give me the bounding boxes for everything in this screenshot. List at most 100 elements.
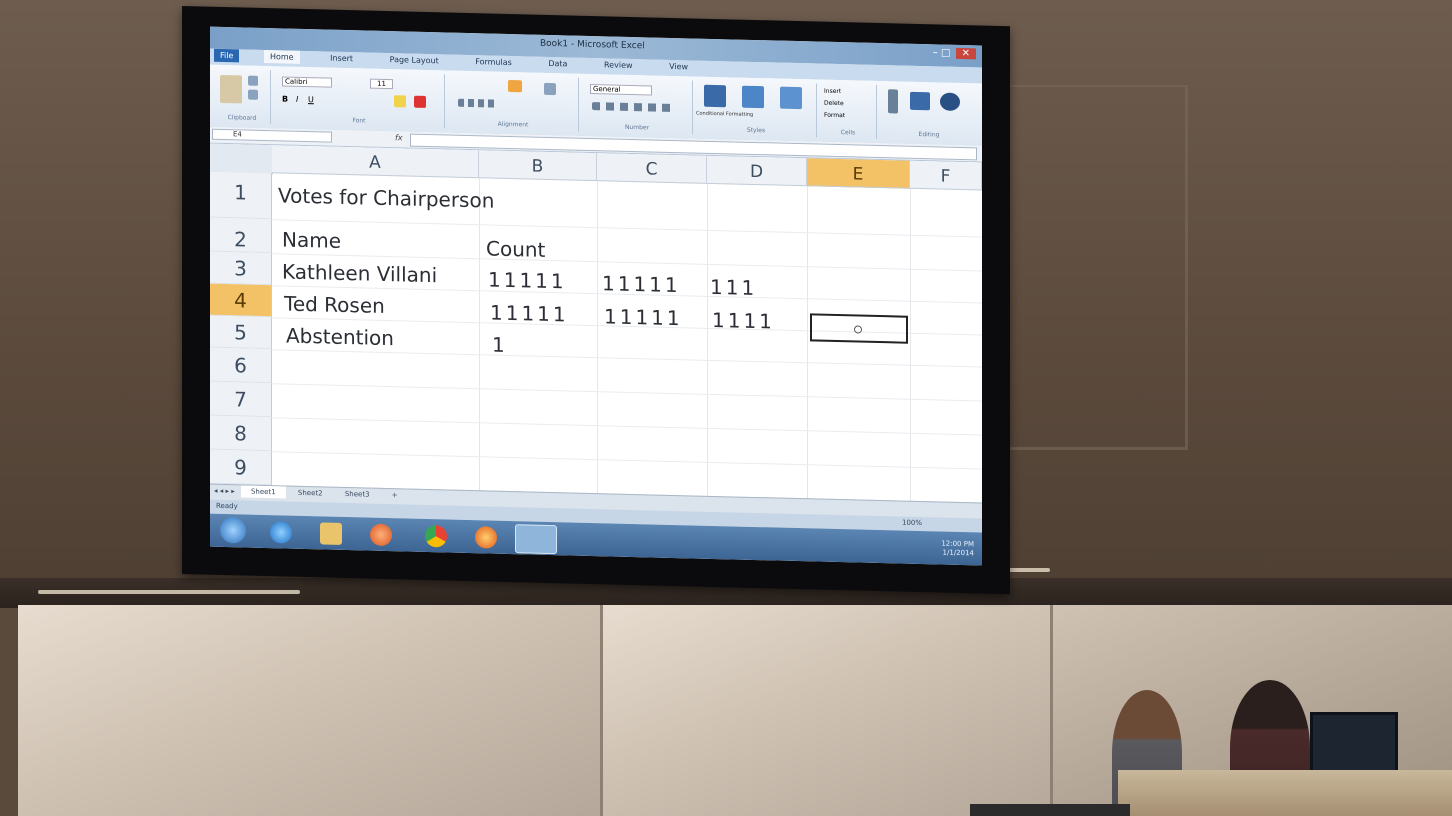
row-header-4[interactable]: 4	[210, 283, 272, 318]
sheet-tab-2[interactable]: Sheet2	[288, 487, 333, 500]
tab-review[interactable]: Review	[598, 58, 639, 72]
column-header-c[interactable]: C	[597, 153, 707, 184]
name-box[interactable]: E4	[212, 128, 332, 143]
cell-a4[interactable]: Ted Rosen	[284, 291, 385, 317]
fill-color-icon[interactable]	[394, 95, 406, 108]
zoom-level[interactable]: 100%	[902, 519, 922, 527]
styles-group-label: Styles	[746, 126, 766, 135]
wall-panel	[985, 85, 1188, 450]
column-header-e[interactable]: E	[807, 158, 910, 189]
italic-button[interactable]: I	[296, 95, 298, 104]
gridline	[272, 383, 982, 402]
align-buttons-icon[interactable]	[458, 98, 498, 108]
cell-b5[interactable]: 1	[492, 333, 505, 357]
cell-b4[interactable]: 11111	[490, 301, 569, 327]
chrome-icon[interactable]	[425, 524, 447, 548]
close-button[interactable]: ✕	[955, 47, 976, 60]
tab-home[interactable]: Home	[263, 50, 300, 64]
cell-a1[interactable]: Votes for Chairperson	[278, 183, 494, 212]
number-buttons-icon[interactable]	[592, 102, 672, 112]
editing-group: Editing	[880, 85, 978, 141]
firefox-icon[interactable]	[475, 526, 497, 549]
font-color-icon[interactable]	[414, 95, 426, 108]
alignment-group-label: Alignment	[497, 120, 529, 129]
cut-icon[interactable]	[248, 75, 258, 86]
display-monitor: Book1 - Microsoft Excel – □ ✕ File Home …	[182, 6, 1010, 595]
cell-b2[interactable]: Count	[486, 236, 545, 261]
conditional-formatting-icon[interactable]	[704, 84, 726, 108]
copy-icon[interactable]	[248, 89, 258, 100]
row-header-5[interactable]: 5	[210, 315, 272, 350]
gridline	[272, 349, 982, 368]
row-header-8[interactable]: 8	[210, 415, 272, 452]
window-title: Book1 - Microsoft Excel	[540, 38, 645, 52]
tab-data[interactable]: Data	[542, 57, 573, 71]
gridline	[272, 451, 982, 470]
podium-monitor	[1310, 712, 1398, 778]
delete-cells-button[interactable]: Delete	[824, 100, 844, 107]
cell-c4[interactable]: 11111	[604, 304, 683, 330]
insert-cells-button[interactable]: Insert	[824, 88, 841, 95]
sheet-tab-1[interactable]: Sheet1	[240, 485, 286, 499]
font-name-select[interactable]: Calibri	[282, 76, 333, 88]
format-cells-button[interactable]: Format	[824, 112, 845, 120]
active-cell-e4[interactable]	[810, 313, 908, 344]
whiteboard-middle	[603, 605, 1053, 816]
clock-date[interactable]: 1/1/2014	[941, 549, 974, 559]
sheet-tab-3[interactable]: Sheet3	[335, 488, 380, 501]
gridline	[479, 178, 480, 499]
tab-insert[interactable]: Insert	[324, 51, 359, 65]
bold-button[interactable]: B	[282, 94, 288, 103]
spreadsheet-grid[interactable]: A B C D E F 1 2 3 4 5 6 7 8 9 Votes for …	[210, 143, 982, 509]
number-format-select[interactable]: General	[590, 83, 652, 96]
column-header-a[interactable]: A	[272, 145, 479, 179]
alignment-group: Alignment	[448, 74, 579, 132]
cell-a5[interactable]: Abstention	[286, 324, 394, 351]
cell-d4[interactable]: 1111	[712, 308, 775, 334]
internet-explorer-icon[interactable]	[270, 521, 292, 544]
wrap-text-icon[interactable]	[544, 82, 556, 96]
conditional-formatting-label: Conditional Formatting	[696, 110, 754, 118]
gridline	[910, 188, 911, 509]
cell-a2[interactable]: Name	[282, 227, 341, 252]
find-select-icon[interactable]	[940, 92, 960, 112]
column-header-d[interactable]: D	[707, 155, 807, 187]
cell-styles-icon[interactable]	[780, 86, 802, 110]
cell-b3[interactable]: 11111	[488, 267, 567, 293]
row-header-2[interactable]: 2	[210, 217, 272, 254]
row-header-9[interactable]: 9	[210, 449, 272, 486]
align-middle-icon[interactable]	[508, 79, 522, 93]
clipboard-group-label: Clipboard	[227, 114, 257, 122]
start-button-icon[interactable]	[220, 516, 246, 544]
file-explorer-icon[interactable]	[320, 522, 342, 545]
row-header-3[interactable]: 3	[210, 251, 272, 286]
cell-c3[interactable]: 11111	[602, 271, 681, 297]
font-size-select[interactable]: 11	[370, 78, 393, 90]
cell-d3[interactable]: 111	[710, 275, 757, 300]
autosum-icon[interactable]	[888, 89, 898, 114]
tab-page-layout[interactable]: Page Layout	[384, 53, 445, 67]
tab-view[interactable]: View	[663, 60, 694, 74]
media-player-icon[interactable]	[370, 523, 392, 547]
tab-file[interactable]: File	[214, 48, 240, 63]
front-desk	[970, 804, 1130, 816]
sort-filter-icon[interactable]	[910, 91, 930, 111]
underline-button[interactable]: U	[308, 95, 314, 104]
maximize-button[interactable]: □	[941, 48, 950, 59]
cell-a3[interactable]: Kathleen Villani	[282, 259, 437, 287]
new-sheet-icon[interactable]: +	[382, 489, 408, 502]
column-header-f[interactable]: F	[910, 160, 982, 191]
paste-icon[interactable]	[220, 74, 242, 104]
fx-icon[interactable]: fx	[395, 133, 403, 142]
row-header-7[interactable]: 7	[210, 381, 272, 418]
row-header-6[interactable]: 6	[210, 347, 272, 384]
excel-taskbar-icon[interactable]	[515, 524, 557, 555]
select-all-corner[interactable]	[210, 143, 273, 175]
minimize-button[interactable]: –	[933, 47, 938, 58]
cells-group: Insert Delete Format Cells	[820, 83, 877, 139]
column-header-b[interactable]: B	[479, 150, 597, 182]
row-header-1[interactable]: 1	[210, 171, 272, 220]
sheet-nav-arrows[interactable]: ◂ ◂ ▸ ▸	[210, 485, 239, 498]
tab-formulas[interactable]: Formulas	[469, 55, 518, 69]
format-as-table-icon[interactable]	[742, 85, 764, 109]
